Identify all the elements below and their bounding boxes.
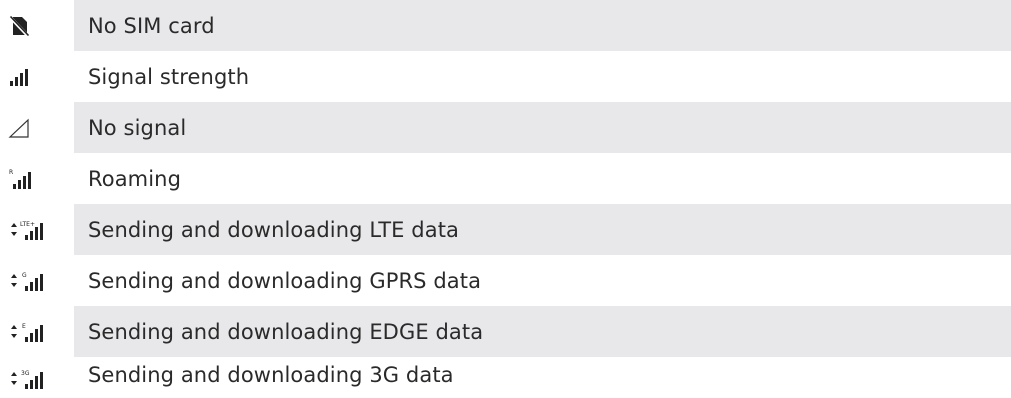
- svg-text:3G: 3G: [21, 370, 30, 377]
- table-row: 3G Sending and downloading 3G data: [0, 357, 1011, 398]
- lte-data-icon: LTE+: [11, 221, 43, 240]
- row-label: Roaming: [88, 166, 181, 191]
- row-label: Sending and downloading LTE data: [74, 204, 1011, 255]
- icon-cell: 3G: [0, 357, 74, 398]
- icon-cell: [0, 51, 74, 102]
- row-label: Sending and downloading GPRS data: [88, 268, 482, 293]
- table-row: No SIM card: [0, 0, 1011, 51]
- svg-text:LTE+: LTE+: [20, 221, 35, 228]
- 3g-data-icon: 3G: [11, 370, 43, 389]
- svg-text:G: G: [22, 272, 27, 279]
- table-row: R Roaming: [0, 153, 1011, 204]
- edge-data-icon: E: [11, 323, 43, 342]
- icon-cell: [0, 0, 74, 51]
- icon-cell: E: [0, 306, 74, 357]
- row-label: No SIM card: [74, 0, 1011, 51]
- row-label: No signal: [74, 102, 1011, 153]
- table-row: LTE+ Sending and downloading LTE data: [0, 204, 1011, 255]
- icon-cell: R: [0, 153, 74, 204]
- no-sim-card-icon: [8, 15, 30, 37]
- icon-cell: G: [0, 255, 74, 306]
- roaming-icon: R: [9, 169, 31, 189]
- gprs-data-icon: G: [11, 272, 43, 291]
- no-signal-icon: [8, 118, 29, 138]
- status-icon-table: No SIM card Signal strength No signal R: [0, 0, 1011, 398]
- table-row: Signal strength: [0, 51, 1011, 102]
- row-label: Sending and downloading EDGE data: [74, 306, 1011, 357]
- table-row: G Sending and downloading GPRS data: [0, 255, 1011, 306]
- icon-cell: LTE+: [0, 204, 74, 255]
- svg-text:E: E: [22, 323, 26, 330]
- signal-strength-icon: [10, 68, 28, 86]
- row-label: Signal strength: [88, 64, 250, 89]
- icon-cell: [0, 102, 74, 153]
- table-row: E Sending and downloading EDGE data: [0, 306, 1011, 357]
- row-label: Sending and downloading 3G data: [88, 363, 454, 387]
- table-row: No signal: [0, 102, 1011, 153]
- svg-text:R: R: [9, 169, 13, 176]
